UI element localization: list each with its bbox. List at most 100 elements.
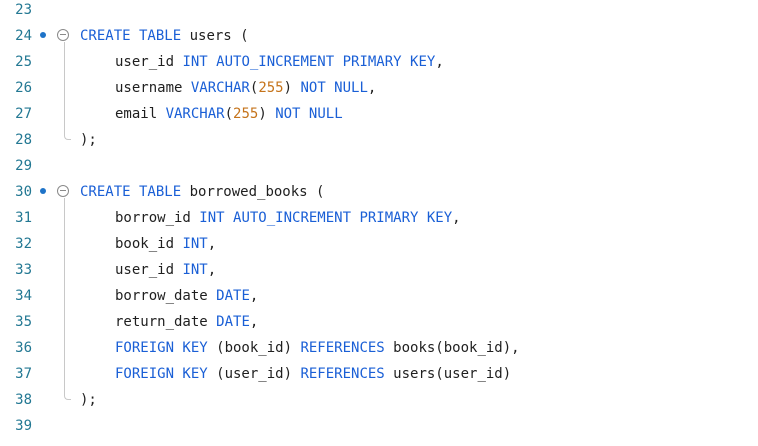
code-token: ); xyxy=(80,392,97,408)
fold-guide-end xyxy=(64,393,71,400)
code-token: , xyxy=(207,236,217,252)
code-token: borrow_date xyxy=(115,288,217,304)
fold-collapse-icon[interactable] xyxy=(57,29,69,41)
code-token: return_date xyxy=(115,314,217,330)
code-line[interactable]: 36 FOREIGN KEY (book_id) REFERENCES books… xyxy=(0,335,758,361)
code-text: return_date DATE, xyxy=(115,309,258,335)
code-token: (book_id) xyxy=(207,340,301,356)
keyword-token: NOT NULL xyxy=(275,106,343,122)
line-number: 35 xyxy=(15,314,32,330)
number-token: 255 xyxy=(258,80,284,96)
line-number: 37 xyxy=(15,366,32,382)
code-text: borrow_date DATE, xyxy=(115,283,258,309)
code-text: FOREIGN KEY (user_id) REFERENCES users(u… xyxy=(115,361,511,387)
keyword-token: CREATE TABLE xyxy=(80,28,182,44)
code-line[interactable]: 39 xyxy=(0,413,758,439)
code-line[interactable]: 34 borrow_date DATE, xyxy=(0,283,758,309)
code-line[interactable]: 25 user_id INT AUTO_INCREMENT PRIMARY KEY… xyxy=(0,49,758,75)
code-token: borrowed_books ( xyxy=(181,184,325,200)
keyword-token: INT xyxy=(182,236,208,252)
code-line[interactable]: 23 xyxy=(0,0,758,23)
keyword-token: NOT NULL xyxy=(300,80,368,96)
code-text: FOREIGN KEY (book_id) REFERENCES books(b… xyxy=(115,335,520,361)
line-number: 24 xyxy=(15,28,32,44)
fold-collapse-icon[interactable] xyxy=(57,185,69,197)
code-token: , xyxy=(249,288,259,304)
code-token: ) xyxy=(283,80,301,96)
fold-guide-line xyxy=(64,198,65,395)
fold-guide-line xyxy=(64,42,65,135)
code-token: email xyxy=(115,106,166,122)
code-token: (user_id) xyxy=(207,366,301,382)
keyword-token: INT AUTO_INCREMENT PRIMARY KEY xyxy=(199,210,453,226)
code-token: ) xyxy=(258,106,276,122)
keyword-token: DATE xyxy=(216,314,250,330)
code-text: ); xyxy=(80,127,97,153)
code-token: book_id xyxy=(115,236,183,252)
code-line[interactable]: 28); xyxy=(0,127,758,153)
line-number: 34 xyxy=(15,288,32,304)
code-line[interactable]: 35 return_date DATE, xyxy=(0,309,758,335)
line-number: 31 xyxy=(15,210,32,226)
keyword-token: INT AUTO_INCREMENT PRIMARY KEY xyxy=(182,54,436,70)
keyword-token: FOREIGN KEY xyxy=(115,340,208,356)
code-token: , xyxy=(452,210,461,226)
code-token: , xyxy=(367,80,377,96)
code-line[interactable]: 31 borrow_id INT AUTO_INCREMENT PRIMARY K… xyxy=(0,205,758,231)
code-token: user_id xyxy=(115,54,183,70)
line-number: 26 xyxy=(15,80,32,96)
line-number: 27 xyxy=(15,106,32,122)
keyword-token: VARCHAR xyxy=(165,106,225,122)
fold-guide-end xyxy=(64,133,71,140)
line-number: 28 xyxy=(15,132,32,148)
breakpoint-dot-icon[interactable] xyxy=(40,188,46,194)
line-number: 29 xyxy=(15,158,32,174)
code-line[interactable]: 33 user_id INT, xyxy=(0,257,758,283)
keyword-token: FOREIGN KEY xyxy=(115,366,208,382)
code-token: , xyxy=(249,314,259,330)
code-text: user_id INT AUTO_INCREMENT PRIMARY KEY, xyxy=(115,49,444,75)
code-text: book_id INT, xyxy=(115,231,216,257)
keyword-token: CREATE TABLE xyxy=(80,184,182,200)
line-number: 39 xyxy=(15,418,32,434)
code-line[interactable]: 27 email VARCHAR(255) NOT NULL xyxy=(0,101,758,127)
line-number: 32 xyxy=(15,236,32,252)
code-token: users ( xyxy=(181,28,249,44)
code-text: email VARCHAR(255) NOT NULL xyxy=(115,101,343,127)
code-line[interactable]: 38); xyxy=(0,387,758,413)
line-number: 38 xyxy=(15,392,32,408)
code-token: ); xyxy=(80,132,97,148)
code-token: users(user_id) xyxy=(384,366,512,382)
code-token: ( xyxy=(224,106,234,122)
line-number: 23 xyxy=(15,2,32,18)
code-text: borrow_id INT AUTO_INCREMENT PRIMARY KEY… xyxy=(115,205,461,231)
line-number: 30 xyxy=(15,184,32,200)
keyword-token: VARCHAR xyxy=(190,80,250,96)
keyword-token: INT xyxy=(182,262,208,278)
line-number: 25 xyxy=(15,54,32,70)
code-token: user_id xyxy=(115,262,183,278)
code-line[interactable]: 30 CREATE TABLE borrowed_books ( xyxy=(0,179,758,205)
code-text: username VARCHAR(255) NOT NULL, xyxy=(115,75,376,101)
keyword-token: REFERENCES xyxy=(300,340,385,356)
keyword-token: REFERENCES xyxy=(300,366,385,382)
code-text: CREATE TABLE users ( xyxy=(80,23,249,49)
code-text: user_id INT, xyxy=(115,257,216,283)
code-text: CREATE TABLE borrowed_books ( xyxy=(80,179,324,205)
code-line[interactable]: 26 username VARCHAR(255) NOT NULL, xyxy=(0,75,758,101)
code-editor[interactable]: 23 24 CREATE TABLE users ( 25 user_id INT AU… xyxy=(0,0,758,446)
code-token: username xyxy=(115,80,191,96)
code-token: books(book_id), xyxy=(384,340,520,356)
code-line[interactable]: 32 book_id INT, xyxy=(0,231,758,257)
breakpoint-dot-icon[interactable] xyxy=(40,32,46,38)
keyword-token: DATE xyxy=(216,288,250,304)
code-line[interactable]: 29 xyxy=(0,153,758,179)
code-token: , xyxy=(435,54,444,70)
line-number: 36 xyxy=(15,340,32,356)
code-line[interactable]: 24 CREATE TABLE users ( xyxy=(0,23,758,49)
code-token: , xyxy=(207,262,217,278)
number-token: 255 xyxy=(233,106,259,122)
code-token: borrow_id xyxy=(115,210,200,226)
code-line[interactable]: 37 FOREIGN KEY (user_id) REFERENCES users… xyxy=(0,361,758,387)
line-number: 33 xyxy=(15,262,32,278)
